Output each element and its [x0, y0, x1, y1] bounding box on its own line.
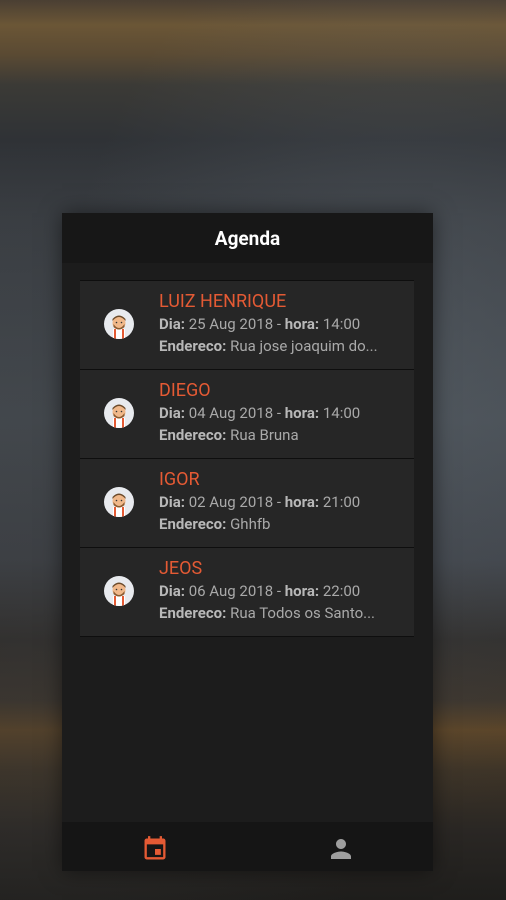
avatar-icon: [112, 582, 126, 606]
date-value: 02 Aug 2018: [188, 493, 274, 511]
separator: -: [273, 493, 285, 511]
bottom-navigation: [62, 822, 433, 871]
date-value: 06 Aug 2018: [188, 582, 274, 600]
date-value: 25 Aug 2018: [188, 315, 274, 333]
time-value: 21:00: [322, 493, 361, 511]
time-value: 14:00: [322, 404, 361, 422]
address-line: Endereco: Rua Todos os Santo...: [159, 602, 404, 624]
app-bar: Agenda: [62, 213, 433, 263]
separator: -: [273, 404, 285, 422]
address-value: Ghhfb: [230, 515, 271, 533]
time-value: 14:00: [322, 315, 361, 333]
tab-agenda[interactable]: [141, 835, 169, 863]
separator: -: [273, 582, 285, 600]
item-text: IGOR Dia: 02 Aug 2018 - hora: 21:00 Ende…: [159, 469, 404, 535]
tab-profile[interactable]: [326, 834, 354, 864]
date-time-line: Dia: 25 Aug 2018 - hora: 14:00: [159, 313, 404, 335]
separator: -: [273, 315, 285, 333]
date-time-line: Dia: 04 Aug 2018 - hora: 14:00: [159, 402, 404, 424]
list-item[interactable]: DIEGO Dia: 04 Aug 2018 - hora: 14:00 End…: [80, 370, 414, 459]
dia-label: Dia:: [159, 404, 185, 422]
hora-label: hora:: [284, 582, 320, 600]
date-time-line: Dia: 06 Aug 2018 - hora: 22:00: [159, 580, 404, 602]
list-item[interactable]: JEOS Dia: 06 Aug 2018 - hora: 22:00 Ende…: [80, 548, 414, 637]
item-text: JEOS Dia: 06 Aug 2018 - hora: 22:00 Ende…: [159, 558, 404, 624]
address-value: Rua Todos os Santo...: [230, 604, 375, 622]
address-line: Endereco: Rua jose joaquim do...: [159, 335, 404, 357]
hora-label: hora:: [284, 404, 320, 422]
avatar: [104, 309, 134, 339]
person-icon: [331, 839, 351, 859]
avatar: [104, 576, 134, 606]
list-item[interactable]: LUIZ HENRIQUE Dia: 25 Aug 2018 - hora: 1…: [80, 281, 414, 370]
client-name: IGOR: [159, 469, 200, 490]
page-title: Agenda: [214, 226, 281, 250]
hora-label: hora:: [284, 315, 320, 333]
avatar-icon: [112, 493, 126, 517]
endereco-label: Endereco:: [159, 604, 227, 622]
dia-label: Dia:: [159, 582, 185, 600]
avatar: [104, 398, 134, 428]
address-value: Rua jose joaquim do...: [230, 337, 378, 355]
client-name: JEOS: [159, 558, 203, 579]
app-window: Agenda LUIZ HENRIQUE Dia: 25 Aug 2018 -: [62, 213, 433, 871]
client-name: DIEGO: [159, 380, 211, 401]
list-item[interactable]: IGOR Dia: 02 Aug 2018 - hora: 21:00 Ende…: [80, 459, 414, 548]
endereco-label: Endereco:: [159, 426, 227, 444]
hora-label: hora:: [284, 493, 320, 511]
avatar-icon: [112, 404, 126, 428]
item-text: DIEGO Dia: 04 Aug 2018 - hora: 14:00 End…: [159, 380, 404, 446]
endereco-label: Endereco:: [159, 515, 227, 533]
date-time-line: Dia: 02 Aug 2018 - hora: 21:00: [159, 491, 404, 513]
avatar-icon: [112, 315, 126, 339]
dia-label: Dia:: [159, 493, 185, 511]
endereco-label: Endereco:: [159, 337, 227, 355]
calendar-icon: [144, 836, 166, 860]
address-value: Rua Bruna: [230, 426, 299, 444]
item-text: LUIZ HENRIQUE Dia: 25 Aug 2018 - hora: 1…: [159, 291, 404, 357]
client-name: LUIZ HENRIQUE: [159, 291, 287, 312]
appointment-list: LUIZ HENRIQUE Dia: 25 Aug 2018 - hora: 1…: [80, 280, 414, 637]
address-line: Endereco: Ghhfb: [159, 513, 404, 535]
address-line: Endereco: Rua Bruna: [159, 424, 404, 446]
time-value: 22:00: [322, 582, 361, 600]
dia-label: Dia:: [159, 315, 185, 333]
avatar: [104, 487, 134, 517]
date-value: 04 Aug 2018: [188, 404, 274, 422]
